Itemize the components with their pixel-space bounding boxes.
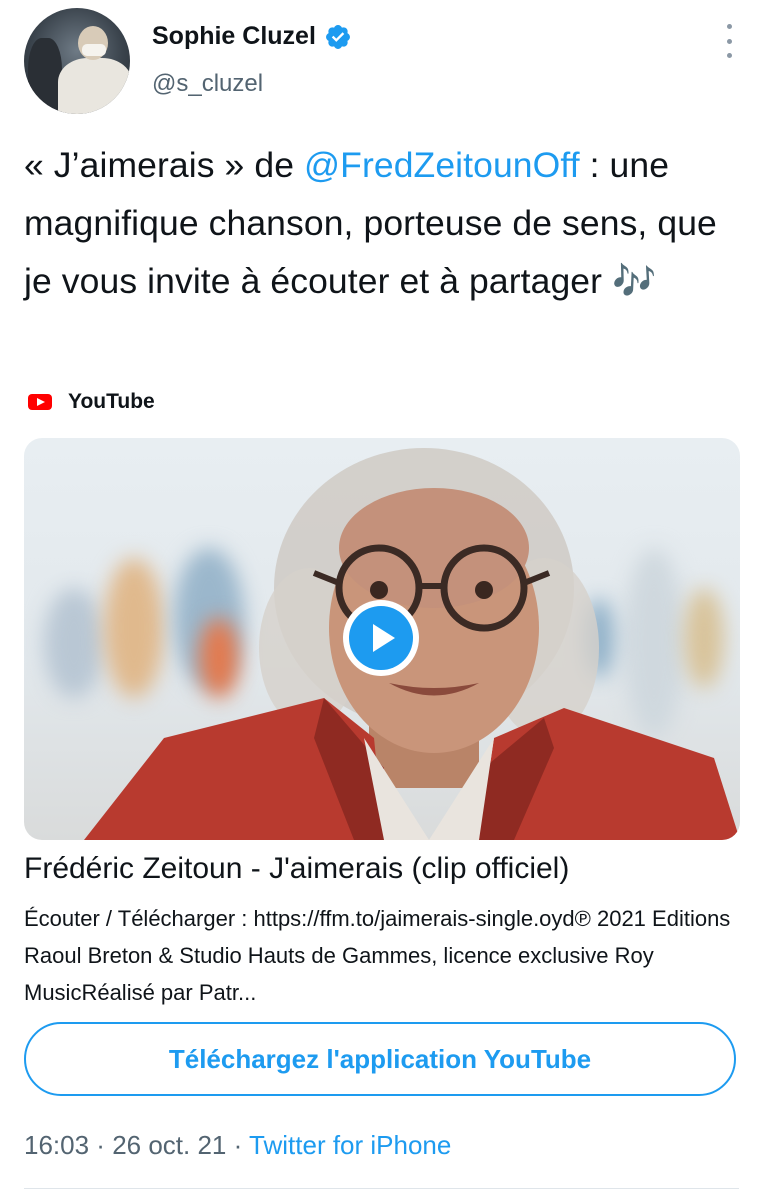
author-display-name[interactable]: Sophie Cluzel xyxy=(152,22,316,51)
divider xyxy=(24,1188,739,1189)
separator: · xyxy=(89,1130,113,1160)
tweet-text: « J’aimerais » de @FredZeitounOff : une … xyxy=(24,136,734,310)
music-notes-emoji: 🎶 xyxy=(612,261,657,301)
tweet-source-link[interactable]: Twitter for iPhone xyxy=(249,1130,451,1160)
download-youtube-app-button[interactable]: Téléchargez l'application YouTube xyxy=(24,1022,736,1096)
video-title[interactable]: Frédéric Zeitoun - J'aimerais (clip offi… xyxy=(24,852,569,886)
play-button[interactable] xyxy=(343,600,419,676)
youtube-logo-icon xyxy=(28,394,52,410)
play-icon xyxy=(373,624,395,652)
separator: · xyxy=(226,1130,250,1160)
author-avatar[interactable] xyxy=(24,8,130,114)
avatar-body xyxy=(58,58,130,114)
play-button-circle xyxy=(349,606,413,670)
author-handle[interactable]: @s_cluzel xyxy=(152,70,263,98)
video-description: Écouter / Télécharger : https://ffm.to/j… xyxy=(24,906,731,1005)
verified-badge-icon xyxy=(325,24,350,49)
author-name-row[interactable]: Sophie Cluzel xyxy=(152,22,352,51)
card-provider-name: YouTube xyxy=(68,390,155,413)
tweet-time[interactable]: 16:03 xyxy=(24,1130,89,1160)
tweet-text-prefix: « J’aimerais » de xyxy=(24,145,305,185)
avatar-mask xyxy=(82,44,106,56)
dot xyxy=(726,24,732,29)
avatar-background-figure xyxy=(28,38,62,114)
tweet-metadata: 16:03 · 26 oct. 21 · Twitter for iPhone xyxy=(24,1130,451,1161)
more-options-icon[interactable] xyxy=(719,24,739,58)
card-provider[interactable]: YouTube xyxy=(28,390,155,414)
mention-link[interactable]: @FredZeitounOff xyxy=(304,145,580,185)
dot xyxy=(726,53,732,58)
tweet-date[interactable]: 26 oct. 21 xyxy=(112,1130,226,1160)
dot xyxy=(726,38,732,44)
